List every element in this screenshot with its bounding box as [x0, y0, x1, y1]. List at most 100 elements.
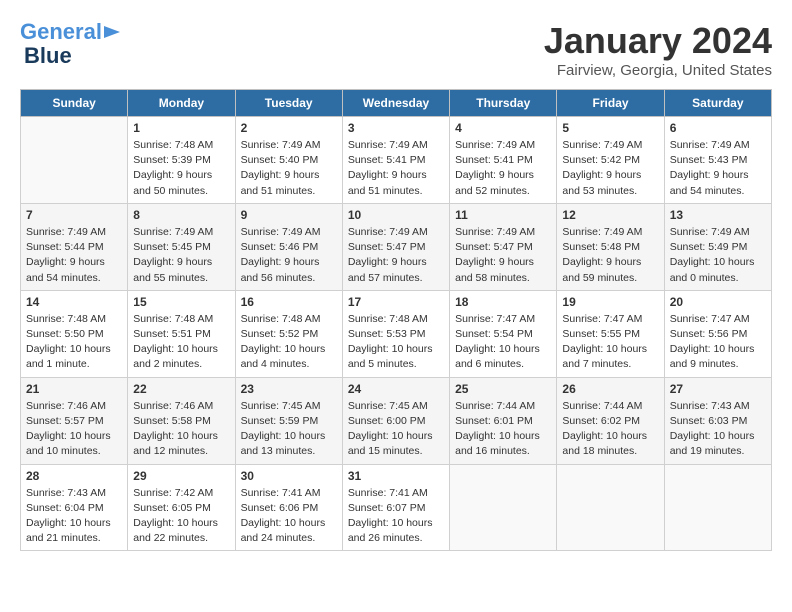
calendar-cell: 17Sunrise: 7:48 AM Sunset: 5:53 PM Dayli…: [342, 290, 449, 377]
day-header-thursday: Thursday: [450, 90, 557, 117]
location: Fairview, Georgia, United States: [544, 62, 772, 79]
calendar-week-row: 1 Sunrise: 7:48 AM Sunset: 5:39 PM Daylig…: [21, 117, 772, 204]
day-number: 29: [133, 469, 229, 483]
calendar-cell: 11 Sunrise: 7:49 AM Sunset: 5:47 PM Dayli…: [450, 203, 557, 290]
calendar-cell: 8Sunrise: 7:49 AM Sunset: 5:45 PM Daylig…: [128, 203, 235, 290]
day-info: Sunrise: 7:47 AM Sunset: 5:56 PM Dayligh…: [670, 312, 766, 373]
day-info: Sunrise: 7:46 AM Sunset: 5:58 PM Dayligh…: [133, 399, 229, 460]
calendar-cell: 31 Sunrise: 7:41 AM Sunset: 6:07 PM Dayli…: [342, 464, 449, 551]
day-info: Sunrise: 7:46 AM Sunset: 5:57 PM Dayligh…: [26, 399, 122, 460]
day-info: Sunrise: 7:45 AM Sunset: 6:00 PM Dayligh…: [348, 399, 444, 460]
calendar-cell: 16 Sunrise: 7:48 AM Sunset: 5:52 PM Dayli…: [235, 290, 342, 377]
calendar-week-row: 28Sunrise: 7:43 AM Sunset: 6:04 PM Dayli…: [21, 464, 772, 551]
day-info: Sunrise: 7:48 AM Sunset: 5:51 PM Dayligh…: [133, 312, 229, 373]
day-info: Sunrise: 7:44 AM Sunset: 6:02 PM Dayligh…: [562, 399, 658, 460]
calendar-week-row: 7 Sunrise: 7:49 AM Sunset: 5:44 PM Daylig…: [21, 203, 772, 290]
day-info: Sunrise: 7:41 AM Sunset: 6:06 PM Dayligh…: [241, 486, 337, 547]
day-info: Sunrise: 7:47 AM Sunset: 5:55 PM Dayligh…: [562, 312, 658, 373]
day-number: 1: [133, 121, 229, 135]
day-info: Sunrise: 7:47 AM Sunset: 5:54 PM Dayligh…: [455, 312, 551, 373]
calendar-cell: 21Sunrise: 7:46 AM Sunset: 5:57 PM Dayli…: [21, 377, 128, 464]
calendar-cell: 12Sunrise: 7:49 AM Sunset: 5:48 PM Dayli…: [557, 203, 664, 290]
calendar-cell: 1 Sunrise: 7:48 AM Sunset: 5:39 PM Daylig…: [128, 117, 235, 204]
title-block: January 2024 Fairview, Georgia, United S…: [544, 20, 772, 79]
calendar-cell: 26 Sunrise: 7:44 AM Sunset: 6:02 PM Dayli…: [557, 377, 664, 464]
calendar-cell: 20 Sunrise: 7:47 AM Sunset: 5:56 PM Dayli…: [664, 290, 771, 377]
day-info: Sunrise: 7:43 AM Sunset: 6:03 PM Dayligh…: [670, 399, 766, 460]
calendar-cell: 23Sunrise: 7:45 AM Sunset: 5:59 PM Dayli…: [235, 377, 342, 464]
logo: General Blue: [20, 20, 122, 68]
calendar-cell: 7 Sunrise: 7:49 AM Sunset: 5:44 PM Daylig…: [21, 203, 128, 290]
calendar-cell: 30 Sunrise: 7:41 AM Sunset: 6:06 PM Dayli…: [235, 464, 342, 551]
calendar-cell: 22 Sunrise: 7:46 AM Sunset: 5:58 PM Dayli…: [128, 377, 235, 464]
day-number: 5: [562, 121, 658, 135]
day-number: 2: [241, 121, 337, 135]
day-number: 22: [133, 382, 229, 396]
calendar-cell: 13Sunrise: 7:49 AM Sunset: 5:49 PM Dayli…: [664, 203, 771, 290]
day-number: 20: [670, 295, 766, 309]
day-header-monday: Monday: [128, 90, 235, 117]
day-number: 16: [241, 295, 337, 309]
day-info: Sunrise: 7:49 AM Sunset: 5:41 PM Dayligh…: [348, 138, 444, 199]
calendar-cell: [664, 464, 771, 551]
day-info: Sunrise: 7:49 AM Sunset: 5:41 PM Dayligh…: [455, 138, 551, 199]
day-header-sunday: Sunday: [21, 90, 128, 117]
calendar-cell: 18 Sunrise: 7:47 AM Sunset: 5:54 PM Dayli…: [450, 290, 557, 377]
day-info: Sunrise: 7:49 AM Sunset: 5:44 PM Dayligh…: [26, 225, 122, 286]
day-info: Sunrise: 7:49 AM Sunset: 5:40 PM Dayligh…: [241, 138, 337, 199]
calendar-cell: 27Sunrise: 7:43 AM Sunset: 6:03 PM Dayli…: [664, 377, 771, 464]
day-info: Sunrise: 7:49 AM Sunset: 5:42 PM Dayligh…: [562, 138, 658, 199]
day-info: Sunrise: 7:45 AM Sunset: 5:59 PM Dayligh…: [241, 399, 337, 460]
day-number: 9: [241, 208, 337, 222]
calendar-cell: [450, 464, 557, 551]
calendar-cell: 4 Sunrise: 7:49 AM Sunset: 5:41 PM Daylig…: [450, 117, 557, 204]
calendar-cell: 29Sunrise: 7:42 AM Sunset: 6:05 PM Dayli…: [128, 464, 235, 551]
day-info: Sunrise: 7:49 AM Sunset: 5:48 PM Dayligh…: [562, 225, 658, 286]
calendar-cell: 24Sunrise: 7:45 AM Sunset: 6:00 PM Dayli…: [342, 377, 449, 464]
day-header-friday: Friday: [557, 90, 664, 117]
day-header-wednesday: Wednesday: [342, 90, 449, 117]
page-header: General Blue January 2024 Fairview, Geor…: [20, 20, 772, 79]
calendar-cell: 15Sunrise: 7:48 AM Sunset: 5:51 PM Dayli…: [128, 290, 235, 377]
day-number: 4: [455, 121, 551, 135]
calendar-table: SundayMondayTuesdayWednesdayThursdayFrid…: [20, 89, 772, 551]
day-number: 30: [241, 469, 337, 483]
day-info: Sunrise: 7:48 AM Sunset: 5:50 PM Dayligh…: [26, 312, 122, 373]
day-info: Sunrise: 7:48 AM Sunset: 5:52 PM Dayligh…: [241, 312, 337, 373]
day-number: 3: [348, 121, 444, 135]
day-info: Sunrise: 7:44 AM Sunset: 6:01 PM Dayligh…: [455, 399, 551, 460]
day-number: 31: [348, 469, 444, 483]
calendar-cell: [557, 464, 664, 551]
day-number: 25: [455, 382, 551, 396]
day-header-saturday: Saturday: [664, 90, 771, 117]
calendar-cell: 10 Sunrise: 7:49 AM Sunset: 5:47 PM Dayli…: [342, 203, 449, 290]
logo-blue-text: Blue: [24, 43, 72, 68]
calendar-cell: 28Sunrise: 7:43 AM Sunset: 6:04 PM Dayli…: [21, 464, 128, 551]
day-number: 7: [26, 208, 122, 222]
calendar-cell: 19 Sunrise: 7:47 AM Sunset: 5:55 PM Dayli…: [557, 290, 664, 377]
day-number: 17: [348, 295, 444, 309]
day-info: Sunrise: 7:43 AM Sunset: 6:04 PM Dayligh…: [26, 486, 122, 547]
day-number: 6: [670, 121, 766, 135]
day-info: Sunrise: 7:48 AM Sunset: 5:39 PM Dayligh…: [133, 138, 229, 199]
day-info: Sunrise: 7:49 AM Sunset: 5:43 PM Dayligh…: [670, 138, 766, 199]
day-number: 11: [455, 208, 551, 222]
calendar-cell: 6 Sunrise: 7:49 AM Sunset: 5:43 PM Daylig…: [664, 117, 771, 204]
day-number: 14: [26, 295, 122, 309]
day-number: 10: [348, 208, 444, 222]
calendar-week-row: 21Sunrise: 7:46 AM Sunset: 5:57 PM Dayli…: [21, 377, 772, 464]
calendar-cell: 3 Sunrise: 7:49 AM Sunset: 5:41 PM Daylig…: [342, 117, 449, 204]
day-number: 18: [455, 295, 551, 309]
day-info: Sunrise: 7:41 AM Sunset: 6:07 PM Dayligh…: [348, 486, 444, 547]
day-number: 19: [562, 295, 658, 309]
day-header-tuesday: Tuesday: [235, 90, 342, 117]
calendar-cell: [21, 117, 128, 204]
day-info: Sunrise: 7:49 AM Sunset: 5:49 PM Dayligh…: [670, 225, 766, 286]
day-info: Sunrise: 7:49 AM Sunset: 5:47 PM Dayligh…: [455, 225, 551, 286]
calendar-cell: 25 Sunrise: 7:44 AM Sunset: 6:01 PM Dayli…: [450, 377, 557, 464]
day-info: Sunrise: 7:49 AM Sunset: 5:47 PM Dayligh…: [348, 225, 444, 286]
logo-arrow-icon: [102, 22, 122, 42]
calendar-week-row: 14 Sunrise: 7:48 AM Sunset: 5:50 PM Dayli…: [21, 290, 772, 377]
day-number: 8: [133, 208, 229, 222]
day-number: 26: [562, 382, 658, 396]
